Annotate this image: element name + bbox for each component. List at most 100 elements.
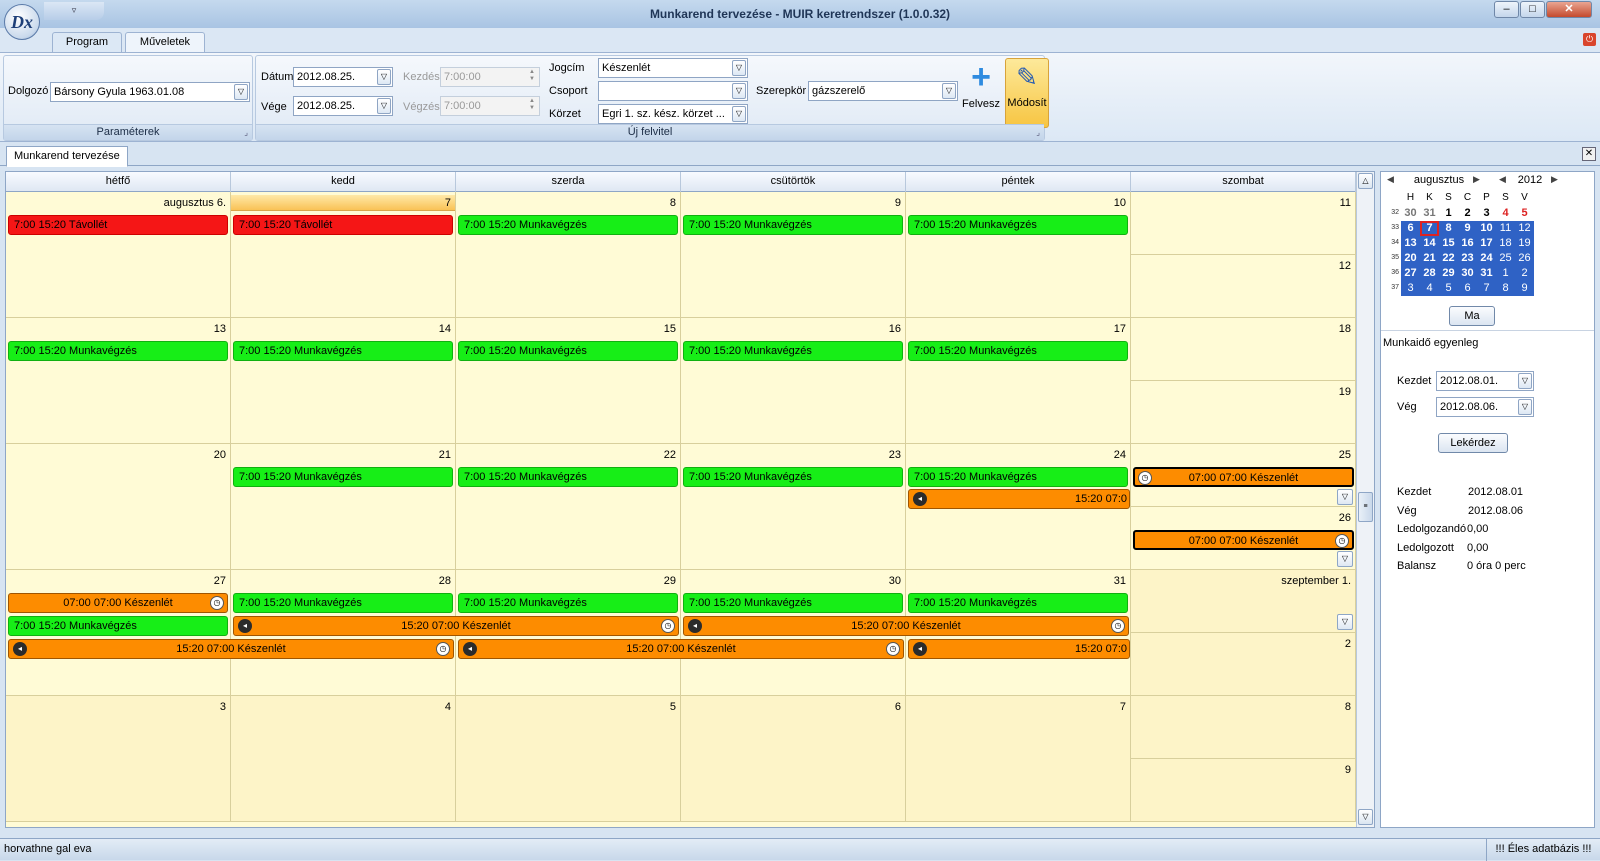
- mini-calendar-day[interactable]: 21: [1420, 251, 1439, 266]
- maximize-button[interactable]: □: [1520, 1, 1545, 18]
- event-absence[interactable]: 7:00 15:20 Távollét: [8, 215, 228, 235]
- dialog-launcher-icon[interactable]: ⌟: [1036, 125, 1040, 140]
- day-cell[interactable]: 9: [681, 192, 906, 318]
- day-cell-today[interactable]: 7: [231, 192, 456, 318]
- chevron-down-icon[interactable]: ▽: [1518, 399, 1532, 415]
- day-cell-sunday[interactable]: 19: [1131, 381, 1356, 444]
- day-cell[interactable]: 23: [681, 444, 906, 570]
- mini-calendar-day[interactable]: 8: [1439, 221, 1458, 236]
- mini-calendar-day[interactable]: 1: [1439, 206, 1458, 221]
- event-work[interactable]: 7:00 15:20 Munkavégzés: [683, 341, 903, 361]
- day-cell-saturday[interactable]: 18: [1131, 318, 1356, 381]
- mini-calendar-day[interactable]: 6: [1458, 281, 1477, 296]
- prev-year-icon[interactable]: ◀: [1499, 174, 1506, 185]
- dolgozo-select[interactable]: Bársony Gyula 1963.01.08 ▽: [50, 82, 250, 102]
- kezdes-time-field[interactable]: 7:00:00 ▲ ▼: [440, 67, 540, 87]
- event-work[interactable]: 7:00 15:20 Munkavégzés: [8, 341, 228, 361]
- more-events-icon[interactable]: ▽: [1337, 489, 1353, 505]
- mini-calendar-day[interactable]: 16: [1458, 236, 1477, 251]
- event-absence[interactable]: 7:00 15:20 Távollét: [233, 215, 453, 235]
- event-work[interactable]: 7:00 15:20 Munkavégzés: [683, 467, 903, 487]
- mini-calendar-day[interactable]: 5: [1515, 206, 1534, 221]
- mini-calendar-day[interactable]: 30: [1401, 206, 1420, 221]
- mini-calendar-day[interactable]: 4: [1496, 206, 1515, 221]
- close-document-icon[interactable]: ✕: [1582, 147, 1596, 161]
- mini-calendar-day[interactable]: 28: [1420, 266, 1439, 281]
- mini-calendar-day[interactable]: 9: [1515, 281, 1534, 296]
- day-cell-sunday[interactable]: 2: [1131, 633, 1356, 696]
- tab-munkarend-tervezese[interactable]: Munkarend tervezése: [6, 146, 128, 167]
- mini-calendar-day[interactable]: 4: [1420, 281, 1439, 296]
- mini-calendar-day[interactable]: 25: [1496, 251, 1515, 266]
- mini-calendar-day[interactable]: 30: [1458, 266, 1477, 281]
- datum-date-field[interactable]: 2012.08.25. ▽: [293, 67, 393, 87]
- event-oncall[interactable]: 07:00 07:00 Készenlét ◷: [8, 593, 228, 613]
- day-cell-next-month[interactable]: 4: [231, 696, 456, 822]
- chevron-down-icon[interactable]: ▽: [732, 83, 746, 99]
- spin-icon[interactable]: ▲ ▼: [526, 69, 538, 85]
- mini-calendar-day[interactable]: 31: [1420, 206, 1439, 221]
- quick-access-dropdown-icon[interactable]: ▿: [44, 2, 104, 20]
- mini-calendar-day[interactable]: 1: [1496, 266, 1515, 281]
- day-cell-saturday[interactable]: 8: [1131, 696, 1356, 759]
- mini-calendar-day[interactable]: 2: [1515, 266, 1534, 281]
- event-work[interactable]: 7:00 15:20 Munkavégzés: [458, 593, 678, 613]
- day-cell-sunday[interactable]: 12: [1131, 255, 1356, 318]
- day-cell[interactable]: 22: [456, 444, 681, 570]
- mini-calendar-day[interactable]: 3: [1477, 206, 1496, 221]
- chevron-down-icon[interactable]: ▽: [1518, 373, 1532, 389]
- chevron-down-icon[interactable]: ▽: [942, 83, 956, 99]
- mini-calendar-day[interactable]: 3: [1401, 281, 1420, 296]
- day-cell-sunday[interactable]: 9: [1131, 759, 1356, 822]
- event-oncall[interactable]: ◂ 15:20 07:0: [908, 489, 1130, 509]
- day-cell[interactable]: 17: [906, 318, 1131, 444]
- mini-calendar-day[interactable]: 10: [1477, 221, 1496, 236]
- prev-month-icon[interactable]: ◀: [1387, 174, 1394, 185]
- day-cell-saturday[interactable]: szeptember 1.: [1131, 570, 1356, 633]
- day-cell[interactable]: augusztus 6.: [6, 192, 231, 318]
- mini-calendar-day[interactable]: 14: [1420, 236, 1439, 251]
- event-oncall[interactable]: ◂ 15:20 07:0: [908, 639, 1130, 659]
- next-month-icon[interactable]: ▶: [1473, 174, 1480, 185]
- mini-calendar-day[interactable]: 12: [1515, 221, 1534, 236]
- mini-calendar-day[interactable]: 6: [1401, 221, 1420, 236]
- event-work[interactable]: 7:00 15:20 Munkavégzés: [233, 593, 453, 613]
- mini-calendar-day[interactable]: 31: [1477, 266, 1496, 281]
- chevron-down-icon[interactable]: ▽: [377, 98, 391, 114]
- tab-program[interactable]: Program: [52, 32, 122, 52]
- mini-calendar-day[interactable]: 27: [1401, 266, 1420, 281]
- event-work[interactable]: 7:00 15:20 Munkavégzés: [908, 215, 1128, 235]
- day-cell[interactable]: 15: [456, 318, 681, 444]
- balance-veg-date[interactable]: 2012.08.06. ▽: [1436, 397, 1534, 417]
- chevron-down-icon[interactable]: ▽: [732, 60, 746, 76]
- day-cell[interactable]: 14: [231, 318, 456, 444]
- tab-muveletek[interactable]: Műveletek: [125, 32, 205, 53]
- scroll-down-icon[interactable]: ▽: [1358, 809, 1373, 825]
- day-cell-next-month[interactable]: 5: [456, 696, 681, 822]
- mini-calendar-day[interactable]: 13: [1401, 236, 1420, 251]
- vege-date-field[interactable]: 2012.08.25. ▽: [293, 96, 393, 116]
- day-cell[interactable]: 21: [231, 444, 456, 570]
- more-events-icon[interactable]: ▽: [1337, 614, 1353, 630]
- calendar-scrollbar[interactable]: △ ≡ ▽: [1356, 172, 1374, 827]
- vegzes-time-field[interactable]: 7:00:00 ▲ ▼: [440, 96, 540, 116]
- day-cell-next-month[interactable]: 7: [906, 696, 1131, 822]
- event-oncall[interactable]: ◂ 15:20 07:00 Készenlét ◷: [8, 639, 454, 659]
- day-cell[interactable]: 8: [456, 192, 681, 318]
- event-work[interactable]: 7:00 15:20 Munkavégzés: [458, 341, 678, 361]
- szerepkor-select[interactable]: gázszerelő ▽: [808, 81, 958, 101]
- csoport-select[interactable]: ▽: [598, 81, 748, 101]
- scroll-thumb[interactable]: ≡: [1358, 492, 1373, 522]
- mini-calendar-day[interactable]: 11: [1496, 221, 1515, 236]
- day-cell[interactable]: 13: [6, 318, 231, 444]
- day-cell[interactable]: 20: [6, 444, 231, 570]
- minimize-button[interactable]: –: [1494, 1, 1519, 18]
- event-work[interactable]: 7:00 15:20 Munkavégzés: [458, 467, 678, 487]
- mini-calendar-day[interactable]: 9: [1458, 221, 1477, 236]
- event-work[interactable]: 7:00 15:20 Munkavégzés: [458, 215, 678, 235]
- event-work[interactable]: 7:00 15:20 Munkavégzés: [683, 215, 903, 235]
- mini-calendar-day[interactable]: 5: [1439, 281, 1458, 296]
- mini-calendar-day[interactable]: 19: [1515, 236, 1534, 251]
- more-events-icon[interactable]: ▽: [1337, 551, 1353, 567]
- jogcim-select[interactable]: Készenlét ▽: [598, 58, 748, 78]
